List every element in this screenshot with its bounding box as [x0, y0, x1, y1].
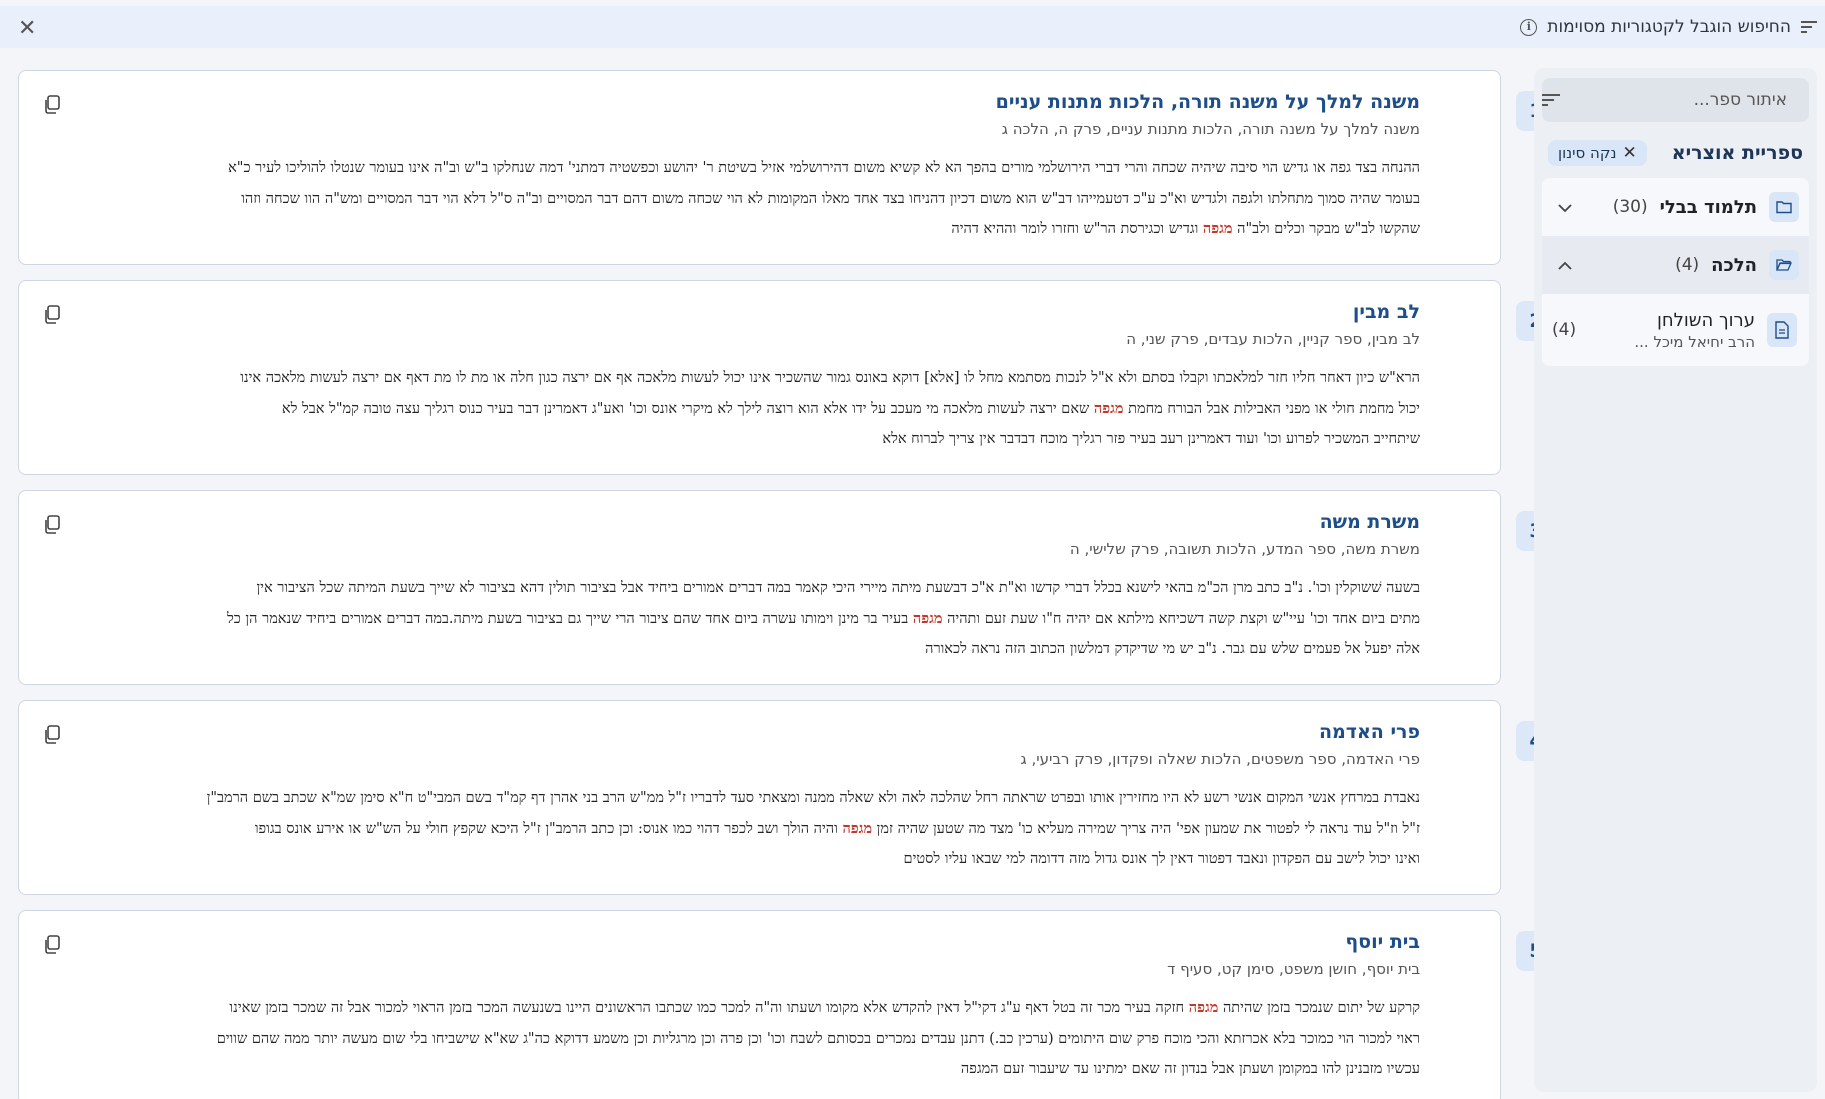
filter-icon	[1801, 21, 1817, 33]
copy-icon[interactable]	[43, 305, 61, 325]
snippet-text: הרא"ש כיון דאחר חליו חזר למלאכתו וקבלו ב…	[240, 370, 1420, 386]
copy-icon[interactable]	[43, 725, 61, 745]
snippet-line: נאבדת במרחץ אנשי המקום אנשי רשע לא היו מ…	[39, 783, 1420, 814]
snippet-text: ההנחה בצד גפה או גדיש הוי סיבה שיהיה שכח…	[228, 160, 1420, 176]
filter-icon[interactable]	[1542, 94, 1560, 106]
result-reference: משנה למלך על משנה תורה, הלכות מתנות עניי…	[1001, 120, 1420, 138]
clear-filter-chip[interactable]: ✕ נקה סינון	[1548, 140, 1647, 166]
snippet-line: ואינו יכול לישב עם הפקדון ונאבד דפטור דא…	[39, 844, 1420, 875]
snippet-text: וגדיש וכגירסת הר"ש וחזרו לומר וההיא דהיה	[951, 221, 1203, 237]
result-snippet: קרקע של יתום שנמכר בזמן שהיתה מגפה חזקה …	[39, 993, 1420, 1085]
category-label: הלכה	[1711, 254, 1757, 276]
filter-banner: החיפוש הוגבל לקטגוריות מסוימות i ✕	[0, 6, 1825, 48]
snippet-text: שהקשו לב"ש מבקר וכלים ולב"ה	[1232, 221, 1420, 237]
highlighted-term: מגפה	[1202, 220, 1233, 237]
snippet-line: אלה יפעל אל פעמים שלש עם גבר. נ"ב יש מי …	[39, 634, 1420, 665]
snippet-line: בעומר שהיה סמוך מתחלתו ולגפה ולגדיש וא"כ…	[39, 184, 1420, 215]
result-reference: לב מבין, ספר קניין, הלכות עבדים, פרק שני…	[1126, 330, 1420, 348]
result-card[interactable]: 2לב מביןלב מבין, ספר קניין, הלכות עבדים,…	[18, 280, 1556, 475]
snippet-text: שאם ירצה לעשות מלאכה מי מעכב על ידו אלא …	[281, 400, 1094, 417]
category-label: תלמוד בבלי	[1659, 196, 1757, 218]
result-snippet: נאבדת במרחץ אנשי המקום אנשי רשע לא היו מ…	[39, 783, 1420, 875]
snippet-line: יכול מחמת חולי או מפני האבילות אבל הבורח…	[39, 394, 1420, 425]
highlighted-term: מגפה	[1188, 999, 1219, 1016]
snippet-line: הרא"ש כיון דאחר חליו חזר למלאכתו וקבלו ב…	[39, 363, 1420, 394]
snippet-text: מתים ביום אחד וכו' עיי"ש וקצת קשה דשכיחא…	[942, 610, 1420, 627]
library-title: ספריית אוצריא	[1671, 142, 1803, 164]
snippet-text: והיה הולך ושב לכפר דהוי כמו אנוס: וכן כת…	[254, 820, 843, 837]
copy-icon[interactable]	[43, 95, 61, 115]
close-icon[interactable]: ✕	[18, 16, 36, 41]
clear-filter-label: נקה סינון	[1558, 144, 1617, 162]
result-card[interactable]: 4פרי האדמהפרי האדמה, ספר משפטים, הלכות ש…	[18, 700, 1556, 895]
snippet-text: ואינו יכול לישב עם הפקדון ונאבד דפטור דא…	[903, 851, 1420, 867]
chevron-down-icon[interactable]	[1558, 198, 1572, 217]
snippet-text: אלה יפעל אל פעמים שלש עם גבר. נ"ב יש מי …	[925, 641, 1420, 657]
highlighted-term: מגפה	[912, 609, 943, 627]
copy-icon[interactable]	[43, 515, 61, 535]
result-snippet: ההנחה בצד גפה או גדיש הוי סיבה שיהיה שכח…	[39, 153, 1420, 245]
snippet-line: שיתחייב המשכיר לפרוע וכו' ועוד דאמרינן ר…	[39, 424, 1420, 455]
result-title[interactable]: לב מבין	[1353, 301, 1420, 323]
snippet-line: ראוי למכור הוי כמוכר בלא אכרזתא והכי מוכ…	[39, 1024, 1420, 1055]
book-count: (4)	[1552, 320, 1577, 340]
snippet-text: קרקע של יתום שנמכר בזמן שהיתה	[1218, 1000, 1420, 1016]
snippet-text: ז"ל וז"ל עוד נראה לי לפטור את שמעון אפי'…	[872, 820, 1420, 837]
category-count: (4)	[1675, 255, 1700, 275]
category-talmud-bavli[interactable]: תלמוד בבלי (30)	[1542, 178, 1809, 236]
result-title[interactable]: פרי האדמה	[1319, 721, 1420, 743]
banner-text: החיפוש הוגבל לקטגוריות מסוימות	[1547, 17, 1791, 37]
result-card[interactable]: 5בית יוסףבית יוסף, חושן משפט, סימן קט, ס…	[18, 910, 1556, 1099]
snippet-line: קרקע של יתום שנמכר בזמן שהיתה מגפה חזקה …	[39, 993, 1420, 1024]
snippet-text: יכול מחמת חולי או מפני האבילות אבל הבורח…	[1123, 400, 1420, 417]
snippet-line: ההנחה בצד גפה או גדיש הוי סיבה שיהיה שכח…	[39, 153, 1420, 184]
snippet-line: ז"ל וז"ל עוד נראה לי לפטור את שמעון אפי'…	[39, 814, 1420, 845]
sidebar: ספריית אוצריא ✕ נקה סינון תלמוד בבלי (30…	[1534, 68, 1817, 1092]
snippet-text: בשעה שׁשוקלין וכו'. נ"ב כתב מרן הכ"מ בהא…	[256, 580, 1420, 596]
result-title[interactable]: בית יוסף	[1345, 931, 1420, 953]
chevron-up-icon[interactable]	[1558, 256, 1572, 275]
copy-icon[interactable]	[43, 935, 61, 955]
close-icon[interactable]: ✕	[1622, 143, 1636, 163]
snippet-line: עכשיו מזבנינן להו במקומן ושעתן אבל בנדון…	[39, 1054, 1420, 1085]
highlighted-term: מגפה	[842, 819, 873, 837]
snippet-text: בעומר שהיה סמוך מתחלתו ולגפה ולגדיש וא"כ…	[241, 190, 1420, 207]
snippet-text: עכשיו מזבנינן להו במקומן ושעתן אבל בנדון…	[960, 1061, 1420, 1077]
category-tree: תלמוד בבלי (30) הלכה (4) ערוך השולחן הרב…	[1542, 178, 1809, 366]
result-reference: פרי האדמה, ספר משפטים, הלכות שאלה ופקדון…	[1020, 750, 1421, 768]
document-icon	[1767, 313, 1797, 347]
result-reference: בית יוסף, חושן משפט, סימן קט, סעיף ד	[1167, 960, 1420, 978]
highlighted-term: מגפה	[1093, 399, 1124, 417]
result-snippet: הרא"ש כיון דאחר חליו חזר למלאכתו וקבלו ב…	[39, 363, 1420, 455]
snippet-text: נאבדת במרחץ אנשי המקום אנשי רשע לא היו מ…	[206, 790, 1420, 806]
book-author: הרב יחיאל מיכל ...	[1634, 332, 1755, 351]
info-icon[interactable]: i	[1520, 18, 1538, 36]
book-title: ערוך השולחן	[1656, 309, 1755, 331]
category-halacha[interactable]: הלכה (4)	[1542, 236, 1809, 294]
book-search-box	[1542, 78, 1809, 122]
folder-open-icon	[1769, 250, 1799, 280]
result-card[interactable]: 3משרת משהמשרת משה, ספר המדע, הלכות תשובה…	[18, 490, 1556, 685]
result-title[interactable]: משנה למלך על משנה תורה, הלכות מתנות עניי…	[996, 91, 1420, 113]
folder-icon	[1769, 192, 1799, 222]
snippet-line: בשעה שׁשוקלין וכו'. נ"ב כתב מרן הכ"מ בהא…	[39, 573, 1420, 604]
snippet-line: מתים ביום אחד וכו' עיי"ש וקצת קשה דשכיחא…	[39, 604, 1420, 635]
snippet-text: בעיר בר מינן וימותו עשרה ביום אחד שהם צי…	[226, 610, 913, 627]
snippet-text: חזקה בעיר מכר זה בטל דאף ע"ג דקי"ל דאין …	[229, 1000, 1189, 1016]
snippet-text: ראוי למכור הוי כמוכר בלא אכרזתא והכי מוכ…	[216, 1030, 1420, 1047]
snippet-text: שיתחייב המשכיר לפרוע וכו' ועוד דאמרינן ר…	[882, 431, 1420, 447]
result-reference: משרת משה, ספר המדע, הלכות תשובה, פרק שלי…	[1069, 540, 1420, 558]
result-snippet: בשעה שׁשוקלין וכו'. נ"ב כתב מרן הכ"מ בהא…	[39, 573, 1420, 665]
snippet-line: שהקשו לב"ש מבקר וכלים ולב"ה מגפה וגדיש ו…	[39, 214, 1420, 245]
result-card[interactable]: 1משנה למלך על משנה תורה, הלכות מתנות עני…	[18, 70, 1556, 265]
book-search-input[interactable]	[1568, 90, 1787, 110]
result-title[interactable]: משרת משה	[1320, 511, 1420, 533]
category-count: (30)	[1612, 197, 1648, 217]
book-item-aruch-hashulchan[interactable]: ערוך השולחן הרב יחיאל מיכל ... (4)	[1542, 294, 1809, 366]
